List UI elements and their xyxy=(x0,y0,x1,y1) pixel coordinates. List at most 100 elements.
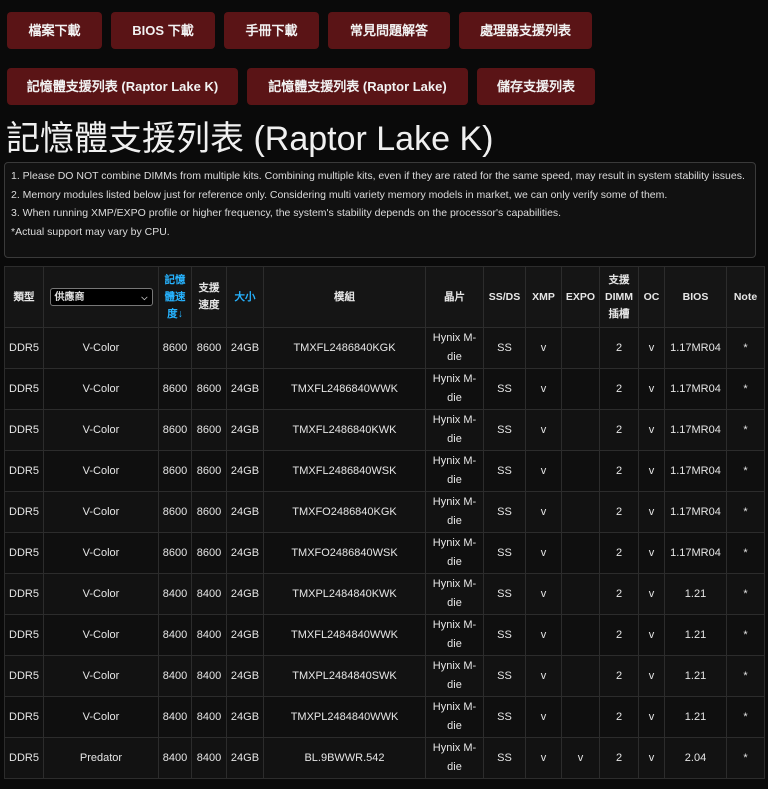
cell-model: BL.9BWWR.542 xyxy=(263,737,426,779)
tab-manual-download[interactable]: 手冊下載 xyxy=(224,12,319,49)
cell-note: * xyxy=(726,737,765,779)
tab-storage-support[interactable]: 儲存支援列表 xyxy=(477,68,595,105)
cell-oc: v xyxy=(638,655,665,697)
table-row: DDR5 V-Color 8600 8600 24GB TMXFO2486840KGK Hy… xyxy=(4,491,765,533)
cell-oc: v xyxy=(638,573,665,615)
cell-size: 24GB xyxy=(226,450,264,492)
cell-xmp: v xyxy=(525,368,562,410)
cell-dimm-slots: 2 xyxy=(599,450,639,492)
cell-model: TMXFL2486840KWK xyxy=(263,409,426,451)
cell-vendor: V-Color xyxy=(43,368,159,410)
cell-ssds: SS xyxy=(483,614,526,656)
cell-supported-speed: 8600 xyxy=(191,532,227,574)
cell-xmp: v xyxy=(525,614,562,656)
cell-expo xyxy=(561,573,600,615)
cell-supported-speed: 8600 xyxy=(191,450,227,492)
table-row: DDR5 V-Color 8600 8600 24GB TMXFL2486840KGK Hy… xyxy=(4,327,765,369)
chevron-down-icon: ⌵ xyxy=(141,292,148,302)
tab-file-download[interactable]: 檔案下載 xyxy=(7,12,102,49)
cell-bios: 1.21 xyxy=(664,696,727,738)
cell-xmp: v xyxy=(525,655,562,697)
header-ssds: SS/DS xyxy=(483,266,526,328)
cell-ssds: SS xyxy=(483,573,526,615)
cell-chip: Hynix M-die xyxy=(425,614,484,656)
cell-note: * xyxy=(726,450,765,492)
cell-note: * xyxy=(726,409,765,451)
cell-note: * xyxy=(726,696,765,738)
cell-expo xyxy=(561,614,600,656)
vendor-filter-select[interactable]: 供應商 ⌵ xyxy=(49,288,153,306)
cell-supported-speed: 8400 xyxy=(191,696,227,738)
cell-vendor: V-Color xyxy=(43,573,159,615)
header-model: 模組 xyxy=(263,266,426,328)
cell-ssds: SS xyxy=(483,409,526,451)
cell-ssds: SS xyxy=(483,368,526,410)
header-xmp: XMP xyxy=(525,266,562,328)
cell-vendor: V-Color xyxy=(43,409,159,451)
tab-faq[interactable]: 常見問題解答 xyxy=(328,12,450,49)
cell-chip: Hynix M-die xyxy=(425,532,484,574)
table-row: DDR5 V-Color 8600 8600 24GB TMXFL2486840KWK Hy… xyxy=(4,409,765,451)
cell-xmp: v xyxy=(525,737,562,779)
tab-row-2: 記憶體支援列表 (Raptor Lake K) 記憶體支援列表 (Raptor … xyxy=(7,68,767,105)
note-line: *Actual support may vary by CPU. xyxy=(11,225,170,238)
cell-rated-speed: 8400 xyxy=(158,737,192,779)
cell-size: 24GB xyxy=(226,655,264,697)
cell-expo xyxy=(561,368,600,410)
cell-bios: 1.17MR04 xyxy=(664,327,727,369)
tab-bios-download[interactable]: BIOS 下載 xyxy=(111,12,215,49)
cell-bios: 1.17MR04 xyxy=(664,450,727,492)
note-line: 1. Please DO NOT combine DIMMs from mult… xyxy=(11,170,745,182)
cell-ssds: SS xyxy=(483,737,526,779)
cell-expo: v xyxy=(561,737,600,779)
table-row: DDR5 V-Color 8400 8400 24GB TMXFL2484840WWK Hy… xyxy=(4,614,765,656)
note-line: 3. When running XMP/EXPO profile or high… xyxy=(11,207,562,219)
cell-bios: 2.04 xyxy=(664,737,727,779)
cell-bios: 1.17MR04 xyxy=(664,491,727,533)
cell-note: * xyxy=(726,532,765,574)
cell-chip: Hynix M-die xyxy=(425,368,484,410)
cell-supported-speed: 8600 xyxy=(191,409,227,451)
tab-memory-support-raptor-lake-k[interactable]: 記憶體支援列表 (Raptor Lake K) xyxy=(7,68,238,105)
cell-xmp: v xyxy=(525,532,562,574)
tab-cpu-support[interactable]: 處理器支援列表 xyxy=(459,12,592,49)
cell-oc: v xyxy=(638,696,665,738)
header-vendor: 供應商 ⌵ xyxy=(43,266,159,328)
cell-chip: Hynix M-die xyxy=(425,696,484,738)
cell-ssds: SS xyxy=(483,327,526,369)
cell-rated-speed: 8600 xyxy=(158,409,192,451)
cell-ssds: SS xyxy=(483,491,526,533)
header-rated-speed-sort[interactable]: 記憶體速度↓ xyxy=(158,266,192,328)
cell-dimm-slots: 2 xyxy=(599,655,639,697)
cell-expo xyxy=(561,327,600,369)
cell-oc: v xyxy=(638,450,665,492)
cell-type: DDR5 xyxy=(4,327,44,369)
tab-memory-support-raptor-lake[interactable]: 記憶體支援列表 (Raptor Lake) xyxy=(247,68,468,105)
cell-size: 24GB xyxy=(226,368,264,410)
note-line: 2. Memory modules listed below just for … xyxy=(11,188,668,201)
cell-dimm-slots: 2 xyxy=(599,491,639,533)
cell-xmp: v xyxy=(525,573,562,615)
cell-model: TMXPL2484840KWK xyxy=(263,573,426,615)
cell-chip: Hynix M-die xyxy=(425,327,484,369)
cell-oc: v xyxy=(638,737,665,779)
cell-vendor: V-Color xyxy=(43,696,159,738)
cell-rated-speed: 8400 xyxy=(158,614,192,656)
cell-expo xyxy=(561,450,600,492)
cell-vendor: V-Color xyxy=(43,327,159,369)
cell-expo xyxy=(561,696,600,738)
header-size-sort[interactable]: 大小 xyxy=(226,266,264,328)
cell-type: DDR5 xyxy=(4,614,44,656)
cell-vendor: Predator xyxy=(43,737,159,779)
cell-expo xyxy=(561,491,600,533)
cell-rated-speed: 8600 xyxy=(158,450,192,492)
cell-expo xyxy=(561,532,600,574)
cell-model: TMXFO2486840WSK xyxy=(263,532,426,574)
cell-oc: v xyxy=(638,491,665,533)
cell-type: DDR5 xyxy=(4,655,44,697)
cell-rated-speed: 8400 xyxy=(158,655,192,697)
cell-bios: 1.17MR04 xyxy=(664,532,727,574)
cell-xmp: v xyxy=(525,409,562,451)
cell-bios: 1.17MR04 xyxy=(664,368,727,410)
cell-vendor: V-Color xyxy=(43,532,159,574)
